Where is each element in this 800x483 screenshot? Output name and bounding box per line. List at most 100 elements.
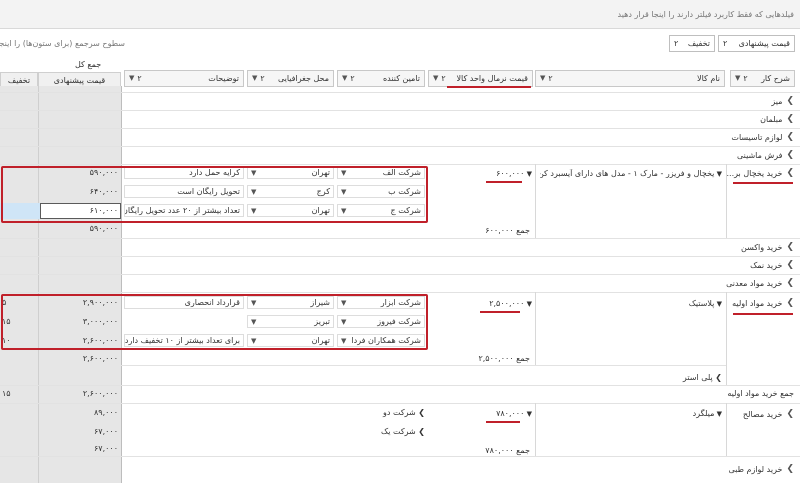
chevron-right-icon[interactable]: ❯ [713,373,722,382]
group-row-medical[interactable]: ❯ خرید لوازم طبی [729,464,794,474]
sort-count: ۲ [137,74,142,83]
filter-icon[interactable]: ▼ [735,74,740,83]
chevron-right-icon[interactable]: ❯ [416,408,425,417]
divider [535,292,536,365]
chevron-right-icon[interactable]: ❯ [786,242,794,252]
group-row-raw-materials[interactable]: ❯ خرید مواد اولیه [732,298,794,308]
row-header-unit-price[interactable]: قیمت نرمال واحد کالا ۲ ▼ [428,70,533,87]
filter-icon[interactable]: ▼ [252,74,257,83]
divider [535,403,536,456]
offer-price-cell: ۸۹,۰۰۰ [93,408,118,417]
chevron-down-icon[interactable]: ❯ [786,168,794,178]
highlight-underline [447,86,531,88]
unit-price-rebar[interactable]: ۷۸۰,۰۰۰ ▼ [484,409,532,418]
chevron-down-icon[interactable]: ▼ [524,170,532,178]
filter-icon[interactable]: ▼ [342,74,347,83]
group-row-facilities[interactable]: ❯ لوازم تاسیسات [731,132,794,142]
supplier-row[interactable]: ❯ شرکت یک [340,427,425,436]
chevron-down-icon[interactable]: ▼ [524,410,532,418]
subtotal-label: جمع ۷۸۰,۰۰۰ [485,446,530,455]
row-header-supplier[interactable]: تامین کننده ۲ ▼ [337,70,425,87]
filter-chip-discount[interactable]: تخفیف ۲ [669,35,715,52]
group-row-salt[interactable]: ❯ خرید نمک [750,260,794,270]
group-row-carpet[interactable]: ❯ فرش ماشینی [737,150,794,160]
chevron-right-icon[interactable]: ❯ [786,132,794,142]
divider [0,92,800,93]
group-total-raw-materials: جمع خرید مواد اولیه [727,389,794,398]
filter-zone: فیلدهایی که فقط کاربرد فیلتر دارند را ای… [0,0,800,29]
group-row-vaccine[interactable]: ❯ خرید واکسن [741,242,794,252]
filter-icon[interactable]: ▼ [433,74,438,83]
chevron-right-icon[interactable]: ❯ [786,464,794,474]
grand-total-label: جمع کل [75,60,102,69]
filter-zone-hint: فیلدهایی که فقط کاربرد فیلتر دارند را ای… [617,10,794,19]
column-zone-hint: سطوح سرجمع (برای ستون‌ها) را اینجا قرار … [0,39,125,48]
divider [726,403,727,456]
highlight-box [1,294,428,350]
product-name-rebar[interactable]: ▼ میلگرد [640,409,722,418]
chevron-down-icon[interactable]: ▼ [524,300,532,308]
filter-icon[interactable]: ▼ [129,74,134,83]
sort-count: ۲ [260,74,265,83]
group-row-furniture[interactable]: ❯ مبلمان [760,114,794,124]
sort-count: ۲ [674,39,679,48]
filter-chip-offer-price[interactable]: قیمت پیشنهادی ۲ [718,35,795,52]
chip-label: تخفیف [687,39,710,48]
divider [0,256,800,257]
chevron-right-icon[interactable]: ❯ [786,260,794,270]
subtotal-offer: ۲,۶۰۰,۰۰۰ [82,354,118,363]
row-header-location[interactable]: محل جغرافیایی ۲ ▼ [247,70,334,87]
group-total-discount: ۱۵ [2,389,11,398]
chevron-right-icon[interactable]: ❯ [786,278,794,288]
group-row-fridge[interactable]: ❯ خرید یخچال بر... [727,168,795,178]
chevron-down-icon[interactable]: ▼ [714,300,722,308]
chevron-right-icon[interactable]: ❯ [786,150,794,160]
sort-count: ۲ [350,74,355,83]
chevron-down-icon[interactable]: ▼ [714,410,722,418]
highlight-underline [733,182,793,184]
divider [535,164,536,238]
unit-price-plastic[interactable]: ۲,۵۰۰,۰۰۰ ▼ [478,299,532,308]
divider [121,365,726,366]
product-name-plastic[interactable]: ▼ پلاستیک [600,299,722,308]
divider [0,164,800,165]
chevron-right-icon[interactable]: ❯ [416,427,425,436]
product-row-polyester[interactable]: ❯ پلی استر [640,373,722,382]
highlight-underline [480,311,520,313]
header-label: شرح کار [761,74,790,83]
group-row-minerals[interactable]: ❯ خرید مواد معدنی [726,278,794,288]
supplier-row[interactable]: ❯ شرکت دو [340,408,425,417]
offer-price-cell: ۶۷,۰۰۰ [93,427,118,436]
divider [0,128,800,129]
divider [0,274,800,275]
chevron-down-icon[interactable]: ❯ [786,409,794,419]
divider [0,238,800,239]
header-label: قیمت نرمال واحد کالا [456,74,528,83]
group-row-desk[interactable]: ❯ میز [771,96,794,106]
group-row-construction[interactable]: ❯ خرید مصالح [743,409,794,419]
divider [0,456,800,457]
divider [0,110,800,111]
unit-price-fridge[interactable]: ۶۰۰,۰۰۰ ▼ [484,169,532,178]
chevron-down-icon[interactable]: ❯ [786,298,794,308]
divider [0,403,800,404]
divider [0,292,800,293]
sort-count: ۲ [723,39,728,48]
sort-count: ۲ [441,74,446,83]
subtotal-label: جمع ۶۰۰,۰۰۰ [485,226,530,235]
divider [0,385,800,386]
row-header-description[interactable]: توضیحات ۲ ▼ [124,70,244,87]
chevron-down-icon[interactable]: ▼ [714,170,722,178]
highlight-underline [733,313,793,315]
row-header-product-name[interactable]: نام کالا ۲ ▼ [535,70,725,87]
row-header-job-desc[interactable]: شرح کار ۲ ▼ [730,70,795,87]
product-name-fridge[interactable]: ▼ یخچال و فریزر - مارک ۱ - مدل های دارای… [540,169,722,178]
chevron-right-icon[interactable]: ❯ [786,96,794,106]
header-label: نام کالا [697,74,720,83]
filter-icon[interactable]: ▼ [540,74,545,83]
chevron-right-icon[interactable]: ❯ [786,114,794,124]
chip-label: قیمت پیشنهادی [738,39,790,48]
subtotal-offer: ۶۷,۰۰۰ [93,444,118,453]
sort-count: ۲ [743,74,748,83]
highlight-underline [486,181,522,183]
